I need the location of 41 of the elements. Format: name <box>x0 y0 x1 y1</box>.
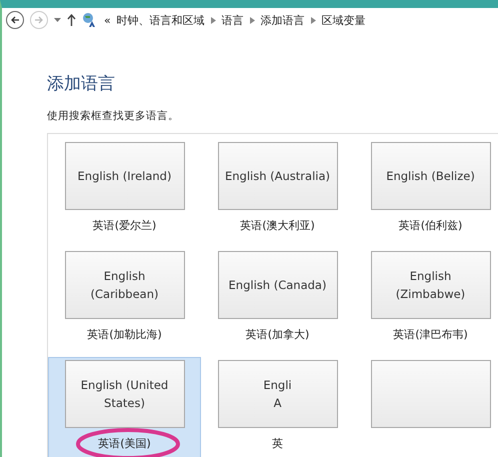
language-label: 英语(爱尔兰) <box>92 218 156 233</box>
dropdown-caret-icon[interactable] <box>54 18 61 22</box>
language-label: 英语(伯利兹) <box>398 218 462 233</box>
language-tile[interactable]: English (Caribbean) <box>64 251 184 319</box>
language-label: 英语(加拿大) <box>246 327 310 342</box>
breadcrumb-overflow[interactable]: « <box>104 14 111 26</box>
chevron-right-icon <box>250 16 255 24</box>
language-option[interactable]: English (Australia) 英语(澳大利亚) <box>201 139 354 248</box>
chevron-right-icon <box>310 16 316 24</box>
language-tile[interactable]: English (Belize) <box>370 142 490 210</box>
language-option[interactable]: English (United States) 英语(美国) <box>48 357 201 457</box>
language-tile[interactable]: Engli A <box>218 360 338 428</box>
language-option[interactable]: English (Caribbean) 英语(加勒比海) <box>48 248 201 357</box>
search-hint: 使用搜索框查找更多语言。 <box>47 109 180 123</box>
language-tile[interactable]: English (Ireland) <box>64 142 184 210</box>
language-option[interactable]: English (Belize) 英语(伯利兹) <box>354 139 498 248</box>
language-option[interactable]: English (Zimbabwe) 英语(津巴布韦) <box>354 248 498 357</box>
language-label: 英语(加勒比海) <box>87 327 162 342</box>
back-arrow-icon <box>10 16 20 24</box>
breadcrumb-item[interactable]: 时钟、语言和区域 <box>116 12 205 28</box>
language-option[interactable]: English (Canada) 英语(加拿大) <box>201 248 354 357</box>
up-arrow-icon[interactable] <box>67 14 76 26</box>
back-button[interactable] <box>6 11 24 29</box>
chevron-right-icon <box>210 16 216 24</box>
language-tile[interactable] <box>370 360 490 428</box>
language-option[interactable]: English (Ireland) 英语(爱尔兰) <box>48 139 201 248</box>
language-tile[interactable]: English (United States) <box>64 360 184 428</box>
breadcrumb-item[interactable]: 添加语言 <box>260 12 305 28</box>
language-label: 英语(津巴布韦) <box>393 327 468 342</box>
page-heading: 添加语言 <box>47 73 116 95</box>
language-label: 英 <box>272 436 283 451</box>
language-tile[interactable]: English (Zimbabwe) <box>370 251 490 319</box>
language-label: 英语(美国) <box>98 436 151 451</box>
language-tile[interactable]: English (Australia) <box>218 142 338 210</box>
breadcrumb-item[interactable]: 区域变量 <box>322 12 366 28</box>
language-globe-icon <box>82 12 98 28</box>
forward-arrow-icon <box>34 16 44 24</box>
language-label: 英语(澳大利亚) <box>240 218 315 233</box>
language-option[interactable]: Engli A 英 <box>201 357 354 457</box>
breadcrumb-item[interactable]: 语言 <box>222 12 244 28</box>
language-tile[interactable]: English (Canada) <box>218 251 338 319</box>
